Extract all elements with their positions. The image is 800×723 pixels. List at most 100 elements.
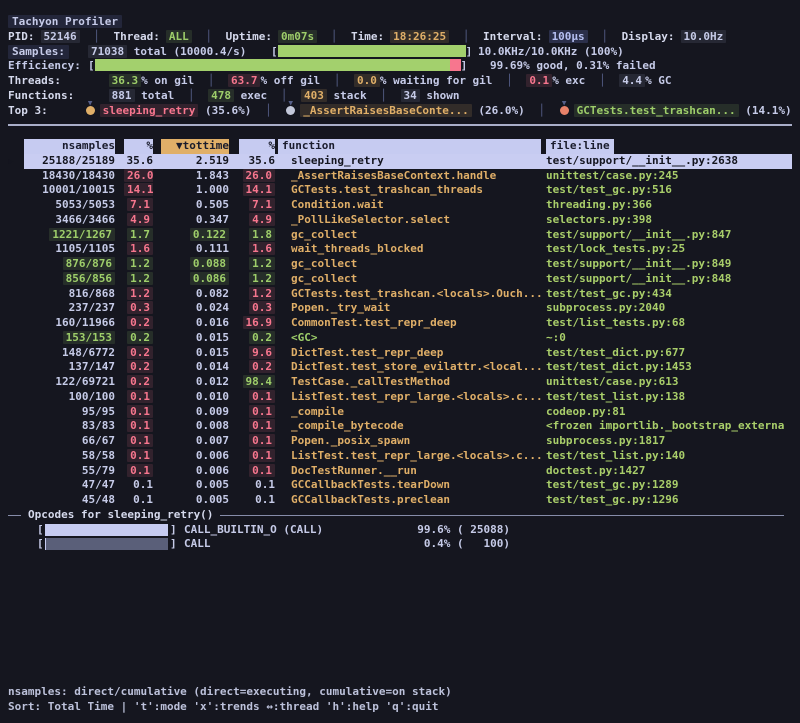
opcode-value: 0.4% ( 100) [404,537,510,552]
off-gil-unit: % off gil [260,74,320,87]
exc-pct: 0.1 [526,74,552,87]
cell-pct-cumulative: 1.2 [249,272,275,285]
functions-label: Functions: [8,89,96,104]
opcode-name: CALL_BUILTIN_O (CALL) [184,523,323,538]
column-header-pct-cumulative[interactable]: % [239,139,275,154]
table-row[interactable]: 95/950.10.0090.1_compilecodeop.py:81 [8,405,792,420]
cell-pct-cumulative: 0.1 [249,434,275,447]
opcode-bar [45,538,168,550]
cell-pct-direct: 0.1 [127,449,153,462]
cell-tottime: 1.000 [196,183,229,196]
table-row[interactable]: 83/830.10.0080.1_compile_bytecode<frozen… [8,419,792,434]
cell-pct-direct: 14.1 [124,183,153,196]
tachyon-profiler-screen: Tachyon Profiler PID:52146 │ Thread:ALL … [0,0,800,723]
table-row[interactable]: ▶25188/2518935.62.51935.6sleeping_retryt… [8,154,792,169]
column-header-fileline[interactable]: file:line [546,139,614,154]
cell-fileline: test/test_gc.py:434 [546,287,672,300]
top3-function[interactable]: GCTests.test_trashcan... [574,104,739,117]
cell-function: DocTestRunner.__run [291,464,417,477]
pid-value: 52146 [41,30,80,43]
cell-function: GCTests.test_trashcan.<locals>.Ouch... [291,287,541,300]
top1-function[interactable]: sleeping_retry [100,104,199,117]
table-row[interactable]: 55/790.10.0060.1DocTestRunner.__rundocte… [8,464,792,479]
table-row[interactable]: 1221/12671.70.1221.8gc_collecttest/suppo… [8,228,792,243]
cell-function: Popen._posix_spawn [291,434,410,447]
table-row[interactable]: 816/8681.20.0821.2GCTests.test_trashcan.… [8,287,792,302]
cell-pct-direct: 35.6 [127,154,154,167]
top2-function[interactable]: _AssertRaisesBaseConte... [300,104,472,117]
cell-nsamples: 47/47 [82,478,115,491]
table-row[interactable]: 1105/11051.60.1111.6wait_threads_blocked… [8,242,792,257]
cell-tottime: 0.012 [196,375,229,388]
selected-row-arrow: ▶ [8,157,13,167]
cell-nsamples: 237/237 [69,301,115,314]
cell-pct-direct: 0.2 [127,375,153,388]
cell-fileline: subprocess.py:1817 [546,434,665,447]
cell-pct-cumulative: 0.2 [249,360,275,373]
table-row[interactable]: 5053/50537.10.5057.1Condition.waitthread… [8,198,792,213]
cell-pct-direct: 0.1 [127,419,153,432]
cell-pct-cumulative: 0.2 [249,331,275,344]
samples-total: 71038 [88,45,127,58]
on-gil-unit: % on gil [141,74,194,87]
cell-tottime: 0.006 [196,449,229,462]
cell-tottime: 0.007 [196,434,229,447]
uptime-value: 0m07s [278,30,317,43]
cell-pct-direct: 0.2 [127,346,153,359]
off-gil-pct: 63.7 [228,74,261,87]
column-header-function[interactable]: function [278,139,541,154]
table-row[interactable]: 160/119660.20.01616.9CommonTest.test_rep… [8,316,792,331]
cell-tottime: 0.014 [196,360,229,373]
silver-medal-icon [286,106,295,115]
gc-unit: % GC [645,74,672,87]
table-row[interactable]: 148/67720.20.0159.6DictTest.test_repr_de… [8,346,792,361]
cell-pct-direct: 0.1 [127,405,153,418]
samples-bar [278,45,466,57]
column-header-tottime-sorted[interactable]: ▼tottime [161,139,229,154]
table-row[interactable]: 3466/34664.90.3474.9_PollLikeSelector.se… [8,213,792,228]
column-header-pct-direct[interactable]: % [124,139,153,154]
table-row[interactable]: 137/1470.20.0140.2DictTest.test_store_ev… [8,360,792,375]
cell-pct-cumulative: 1.2 [249,257,275,270]
cell-nsamples: 45/48 [82,493,115,506]
cell-nsamples: 83/83 [82,419,115,432]
top3-line: Top 3: sleeping_retry (35.6%) │ _AssertR… [8,104,792,119]
table-row[interactable]: 47/470.10.0050.1GCCallbackTests.tearDown… [8,478,792,493]
table-row[interactable]: 153/1530.20.0150.2<GC>~:0 [8,331,792,346]
cell-fileline: test/test_gc.py:1289 [546,478,678,491]
samples-label: Samples: [8,45,69,60]
interval-value[interactable]: 100µs [549,30,588,43]
table-row[interactable]: 237/2370.30.0240.3Popen._try_waitsubproc… [8,301,792,316]
opcode-name: CALL [184,537,211,552]
table-row[interactable]: 66/670.10.0070.1Popen._posix_spawnsubpro… [8,434,792,449]
cell-nsamples: 18430/18430 [42,169,115,182]
table-row[interactable]: 100/1000.10.0100.1ListTest.test_repr_lar… [8,390,792,405]
cell-pct-cumulative: 4.9 [249,213,275,226]
functions-total-unit: total [141,89,174,102]
table-row[interactable]: 856/8561.20.0861.2gc_collecttest/support… [8,272,792,287]
table-row[interactable]: 10001/1001514.11.00014.1GCTests.test_tra… [8,183,792,198]
cell-pct-cumulative: 26.0 [243,169,276,182]
table-row[interactable]: 876/8761.20.0881.2gc_collecttest/support… [8,257,792,272]
table-row[interactable]: 18430/1843026.01.84326.0_AssertRaisesBas… [8,169,792,184]
table-row[interactable]: 45/480.10.0050.1GCCallbackTests.preclean… [8,493,792,508]
cell-nsamples: 153/153 [63,331,115,344]
cell-nsamples: 100/100 [69,390,115,403]
cell-tottime: 0.015 [196,346,229,359]
cell-fileline: codeop.py:81 [546,405,625,418]
table-row[interactable]: 122/697210.20.01298.4TestCase._callTestM… [8,375,792,390]
efficiency-line: Efficiency: [] 99.69% good, 0.31% failed [8,59,792,74]
table-row[interactable]: 58/580.10.0060.1ListTest.test_repr_large… [8,449,792,464]
cell-tottime: 0.088 [190,257,229,270]
time-value: 18:26:25 [390,30,449,43]
on-gil-pct: 36.3 [109,74,142,87]
cell-pct-cumulative: 0.1 [249,390,275,403]
function-table-body: ▶25188/2518935.62.51935.6sleeping_retryt… [8,154,792,508]
cell-fileline: selectors.py:398 [546,213,652,226]
cell-nsamples: 1221/1267 [49,228,115,241]
separator-line [8,124,792,139]
column-header-nsamples[interactable]: nsamples [24,139,115,154]
thread-value[interactable]: ALL [166,30,192,43]
cell-pct-cumulative: 0.3 [249,301,275,314]
cell-fileline: ~:0 [546,331,566,344]
